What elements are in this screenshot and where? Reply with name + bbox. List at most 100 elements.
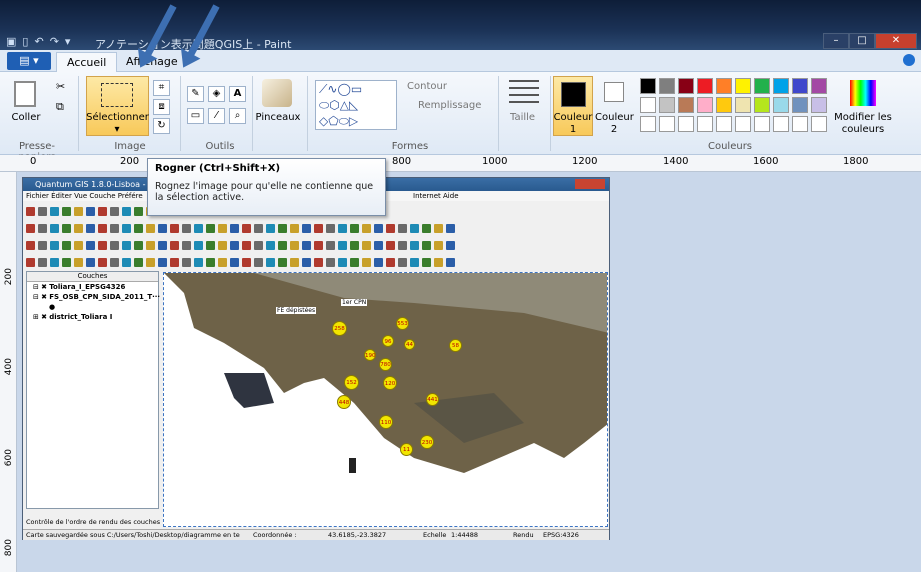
qgis-tool-icon: [206, 240, 215, 250]
palette-swatch[interactable]: [754, 97, 770, 113]
palette-swatch[interactable]: [697, 78, 713, 94]
undo-icon[interactable]: ↶: [34, 35, 43, 49]
qgis-tool-icon: [182, 223, 191, 233]
redo-icon[interactable]: ↷: [50, 35, 59, 49]
qgis-tool-icon: [98, 257, 107, 267]
rotate-icon[interactable]: ↻: [153, 118, 170, 134]
ruler-label: 400: [4, 358, 14, 376]
text-icon[interactable]: A: [229, 86, 246, 102]
qgis-tool-icon: [314, 223, 323, 233]
qgis-tool-icon: [110, 257, 119, 267]
quick-access-toolbar[interactable]: ▣ ▯ ↶ ↷ ▾: [6, 35, 70, 49]
color2-swatch[interactable]: [604, 82, 624, 102]
qgis-tool-icon: [146, 240, 155, 250]
qgis-tool-icon: [374, 223, 383, 233]
eraser-icon[interactable]: ▭: [187, 108, 204, 124]
edit-colors-label-2[interactable]: couleurs: [833, 124, 893, 135]
palette-swatch[interactable]: [735, 97, 751, 113]
crop-icon[interactable]: ⌗: [153, 80, 170, 96]
size-icon[interactable]: [509, 80, 539, 106]
qgis-tool-icon: [374, 240, 383, 250]
brushes-button[interactable]: Pinceaux: [254, 112, 302, 123]
palette-swatch[interactable]: [811, 97, 827, 113]
palette-empty-swatch[interactable]: [735, 116, 751, 132]
close-button[interactable]: ✕: [875, 33, 917, 49]
pencil-icon[interactable]: ✎: [187, 86, 204, 102]
qgis-tool-icon: [158, 240, 167, 250]
palette-swatch[interactable]: [754, 78, 770, 94]
copy-icon[interactable]: ⧉: [56, 100, 64, 114]
qgis-tool-icon: [302, 257, 311, 267]
palette-swatch[interactable]: [640, 78, 656, 94]
resize-icon[interactable]: ⧈: [153, 99, 170, 115]
horizontal-ruler: 0 200 400 800 1000 1200 1400 1600 1800: [0, 155, 921, 172]
palette-empty-swatch[interactable]: [678, 116, 694, 132]
minimize-button[interactable]: –: [823, 33, 849, 49]
edit-colors-icon[interactable]: [850, 80, 876, 106]
palette-empty-swatch[interactable]: [792, 116, 808, 132]
palette-swatch[interactable]: [773, 78, 789, 94]
map-label: FE dépistées: [276, 307, 317, 314]
qgis-tool-icon: [86, 223, 95, 233]
palette-empty-swatch[interactable]: [716, 116, 732, 132]
customize-qat-icon[interactable]: ▾: [65, 35, 71, 49]
qgis-tool-icon: [50, 223, 59, 233]
group-label-shapes: Formes: [391, 141, 429, 152]
qgis-tool-icon: [350, 223, 359, 233]
palette-swatch[interactable]: [716, 78, 732, 94]
qgis-tool-icon: [434, 240, 443, 250]
fill-button[interactable]: Remplissage: [418, 100, 481, 111]
maximize-button[interactable]: □: [849, 33, 875, 49]
qgis-map-canvas: FE dépistées 1er CPN 258 553 96 44 58 190 780 1…: [163, 272, 608, 527]
palette-swatch[interactable]: [716, 97, 732, 113]
color-picker-icon[interactable]: ⁄: [208, 108, 225, 124]
qgis-tool-icon: [62, 206, 71, 216]
ruler-label: 1200: [572, 156, 598, 167]
palette-swatch[interactable]: [659, 78, 675, 94]
edit-colors-label[interactable]: Modifier les: [833, 112, 893, 123]
cut-icon[interactable]: ✂: [56, 80, 65, 93]
qgis-tool-icon: [362, 223, 371, 233]
select-dropdown-icon[interactable]: ▾: [112, 124, 122, 135]
palette-swatch[interactable]: [678, 78, 694, 94]
palette-swatch[interactable]: [640, 97, 656, 113]
help-icon[interactable]: [903, 54, 915, 66]
palette-swatch[interactable]: [773, 97, 789, 113]
palette-swatch[interactable]: [697, 97, 713, 113]
qgis-tool-icon: [398, 240, 407, 250]
palette-swatch[interactable]: [735, 78, 751, 94]
qgis-tool-icon: [266, 223, 275, 233]
qgis-tool-icon: [122, 257, 131, 267]
palette-swatch[interactable]: [659, 97, 675, 113]
size-button[interactable]: Taille: [510, 112, 535, 123]
qgis-tool-icon: [38, 240, 47, 250]
save-icon[interactable]: ▯: [22, 35, 28, 49]
qgis-tool-icon: [62, 223, 71, 233]
palette-swatch[interactable]: [678, 97, 694, 113]
outline-button[interactable]: Contour: [407, 81, 447, 92]
qgis-tool-icon: [350, 257, 359, 267]
brush-icon[interactable]: [262, 79, 292, 107]
shapes-gallery[interactable]: ⟋∿◯▭ ⬭⬡△◺ ◇⬠⬭▷: [315, 80, 397, 130]
palette-empty-swatch[interactable]: [754, 116, 770, 132]
qgis-tool-icon: [326, 240, 335, 250]
file-menu-button[interactable]: ▤ ▾: [7, 52, 51, 70]
palette-swatch[interactable]: [792, 97, 808, 113]
tab-accueil[interactable]: Accueil: [56, 52, 118, 72]
palette-swatch[interactable]: [811, 78, 827, 94]
magnifier-icon[interactable]: ⌕: [229, 108, 246, 124]
paste-icon[interactable]: [14, 81, 36, 107]
palette-swatch[interactable]: [792, 78, 808, 94]
ruler-label: 1000: [482, 156, 508, 167]
palette-empty-swatch[interactable]: [697, 116, 713, 132]
map-point: 190: [364, 349, 376, 361]
palette-empty-swatch[interactable]: [659, 116, 675, 132]
paste-button[interactable]: Coller: [8, 112, 44, 123]
palette-empty-swatch[interactable]: [773, 116, 789, 132]
qgis-tool-icon: [194, 257, 203, 267]
qgis-tool-icon: [242, 257, 251, 267]
qgis-tool-icon: [398, 223, 407, 233]
palette-empty-swatch[interactable]: [640, 116, 656, 132]
palette-empty-swatch[interactable]: [811, 116, 827, 132]
fill-icon[interactable]: ◈: [208, 86, 225, 102]
